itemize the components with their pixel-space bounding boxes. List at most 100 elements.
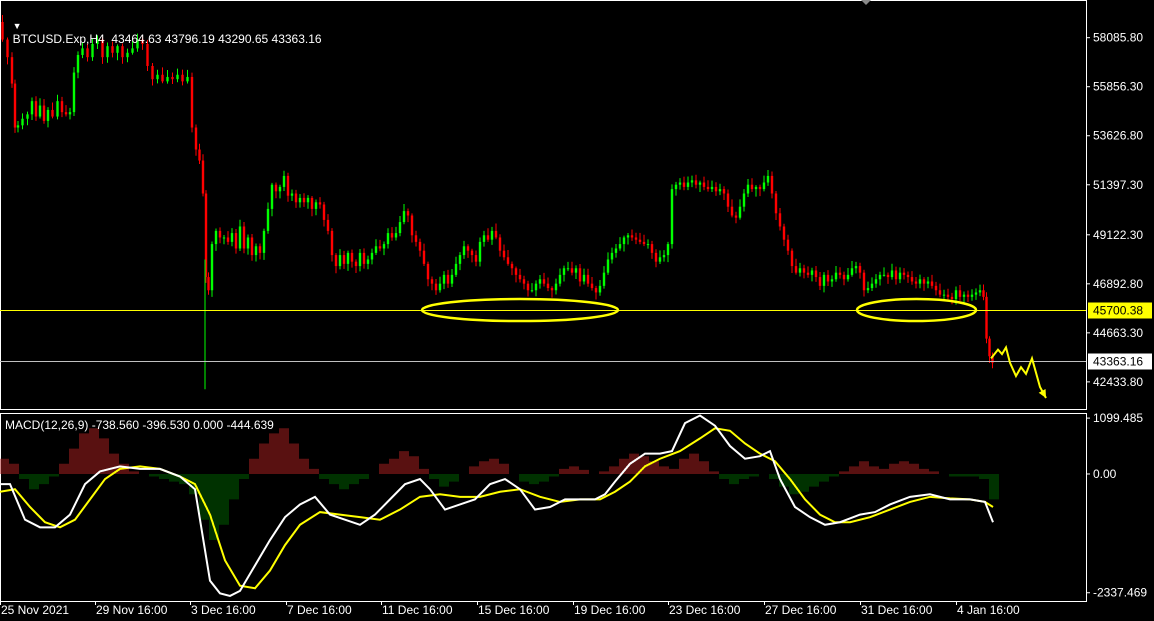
candle-body xyxy=(181,74,184,82)
candle-body xyxy=(38,105,42,117)
candle-body xyxy=(266,208,270,231)
candle-body xyxy=(222,237,226,239)
candle-body xyxy=(554,283,558,291)
candle-body xyxy=(374,246,378,253)
candle-body xyxy=(570,268,574,273)
candle-body xyxy=(646,244,650,246)
time-tick-label: 3 Dec 16:00 xyxy=(191,603,256,617)
candle-body xyxy=(630,235,634,238)
candle-body xyxy=(171,76,174,80)
candle-body xyxy=(161,74,164,82)
candle-body xyxy=(538,279,542,284)
candle-body xyxy=(786,239,790,251)
projection-arrow-path xyxy=(990,344,1047,399)
scroll-marker-icon xyxy=(861,0,871,5)
candle-body xyxy=(674,184,678,190)
candle-body xyxy=(866,288,870,291)
candle-body xyxy=(410,215,414,236)
candle-body xyxy=(622,237,626,245)
candle-body xyxy=(302,197,306,203)
candle-body xyxy=(970,294,974,297)
candle-body xyxy=(51,109,54,117)
symbol-header: ▼ BTCUSD.Exp,H4 43464.63 43796.19 43290.… xyxy=(6,4,322,46)
candle-body xyxy=(64,112,68,115)
candle-body xyxy=(618,244,622,249)
candle-body xyxy=(654,252,658,262)
candle-body xyxy=(606,259,610,273)
candle-body xyxy=(382,244,386,249)
candle-body xyxy=(430,279,434,284)
price-tick-label: 58085.80 xyxy=(1093,31,1143,45)
candle-body xyxy=(246,237,250,249)
candle-body xyxy=(34,101,38,117)
candle-body xyxy=(546,283,550,289)
candle-body xyxy=(490,230,494,240)
candle-body xyxy=(406,211,410,216)
candle-body xyxy=(530,290,534,292)
time-tick-label: 25 Nov 2021 xyxy=(1,603,69,617)
candle-body xyxy=(498,237,502,251)
candle-body xyxy=(298,197,302,203)
candle-body xyxy=(214,230,218,245)
symbol-info: BTCUSD.Exp,H4 43464.63 43796.19 43290.65… xyxy=(12,32,322,46)
candle-body xyxy=(342,255,346,264)
candle-body xyxy=(798,268,802,273)
candle-body xyxy=(494,230,498,238)
candle-body xyxy=(854,266,858,269)
current-price-label: 43363.16 xyxy=(1093,355,1143,369)
candle-body xyxy=(310,197,314,209)
candle-body xyxy=(934,285,938,291)
candle-body xyxy=(462,246,466,256)
candle-body xyxy=(362,252,366,264)
candle-body xyxy=(234,233,238,249)
candle-body xyxy=(818,277,822,286)
candle-body xyxy=(614,248,618,253)
candle-body xyxy=(318,202,322,205)
candle-body xyxy=(714,186,718,192)
candle-body xyxy=(446,274,450,284)
candle-body xyxy=(602,272,606,286)
candle-body xyxy=(242,226,246,249)
candle-body xyxy=(634,237,638,240)
candle-body xyxy=(610,252,614,260)
candle-body xyxy=(874,279,878,284)
candle-body xyxy=(238,226,242,249)
candle-body xyxy=(678,182,682,185)
candle-body xyxy=(76,54,80,73)
candle-body xyxy=(326,219,330,231)
candle-body xyxy=(314,202,318,209)
candle-body xyxy=(738,206,742,218)
time-tick-label: 29 Nov 16:00 xyxy=(96,603,168,617)
macd-header: MACD(12,26,9) -738.560 -396.530 0.000 -4… xyxy=(5,418,274,432)
candle-body xyxy=(470,250,474,256)
candle-body xyxy=(394,233,398,238)
candle-body xyxy=(358,252,362,267)
macd-main-line xyxy=(0,414,994,597)
candle-body xyxy=(658,257,662,262)
chevron-down-icon[interactable]: ▼ xyxy=(13,21,22,31)
candle-body xyxy=(68,112,72,115)
candle-body xyxy=(910,277,914,282)
chart-canvas: 45700.38 43363.16 58085.80 55856.30 53626.80… xyxy=(0,0,1152,617)
candle-body xyxy=(882,274,886,276)
time-tick-label: 11 Dec 16:00 xyxy=(382,603,453,617)
candle-body xyxy=(838,272,842,275)
candle-body xyxy=(918,279,922,284)
candle-body xyxy=(742,193,746,207)
candle-body xyxy=(121,46,124,58)
candle-body xyxy=(106,46,109,58)
candle-body xyxy=(56,101,59,117)
candle-body xyxy=(858,266,862,273)
candle-body xyxy=(46,109,50,121)
candle-body xyxy=(131,48,134,53)
candle-body xyxy=(806,272,810,275)
candle-body xyxy=(294,193,298,203)
candle-body xyxy=(774,193,778,214)
candle-body xyxy=(890,270,894,278)
candle-body xyxy=(72,72,76,113)
candle-body xyxy=(558,274,562,284)
candle-body xyxy=(946,294,950,297)
candle-body xyxy=(974,292,978,295)
candle-body xyxy=(562,268,566,275)
candle-body xyxy=(902,272,906,275)
